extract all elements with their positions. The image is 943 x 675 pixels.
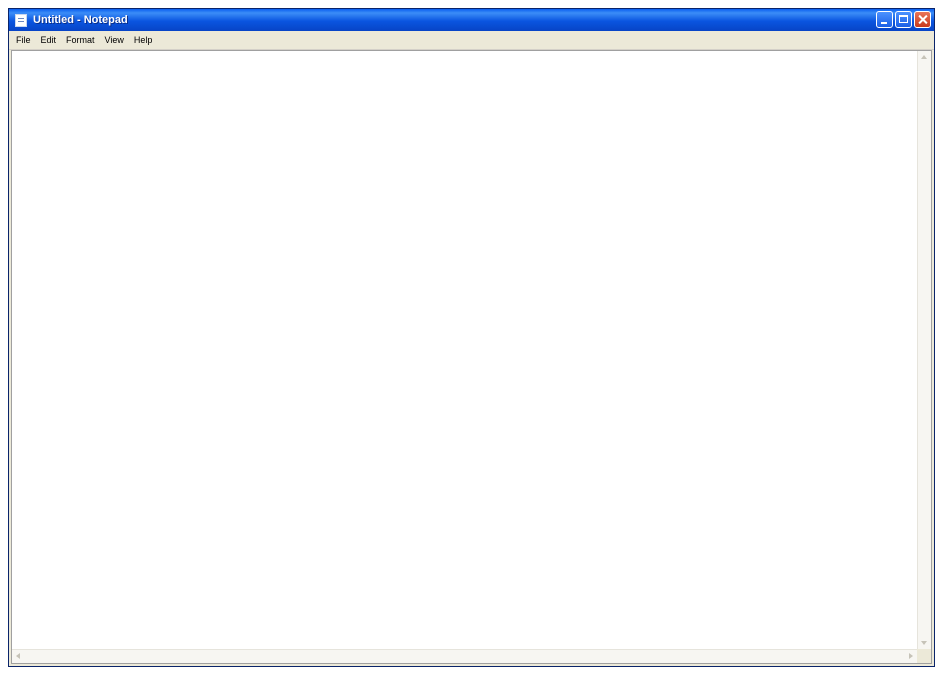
menu-edit[interactable]: Edit	[36, 31, 62, 49]
vertical-scrollbar[interactable]	[917, 51, 931, 649]
maximize-button[interactable]	[895, 11, 912, 28]
scroll-up-icon[interactable]	[921, 55, 927, 59]
menu-format[interactable]: Format	[61, 31, 100, 49]
close-button[interactable]	[914, 11, 931, 28]
menu-bar: File Edit Format View Help	[9, 31, 934, 50]
menu-file[interactable]: File	[11, 31, 36, 49]
minimize-button[interactable]	[876, 11, 893, 28]
notepad-window: Untitled - Notepad File Edit Format View…	[8, 8, 935, 667]
scroll-right-icon[interactable]	[909, 653, 913, 659]
title-bar[interactable]: Untitled - Notepad	[9, 9, 934, 31]
menu-help[interactable]: Help	[129, 31, 158, 49]
window-title: Untitled - Notepad	[33, 14, 128, 26]
scroll-down-icon[interactable]	[921, 641, 927, 645]
notepad-icon[interactable]	[15, 13, 27, 27]
scroll-left-icon[interactable]	[16, 653, 20, 659]
size-grip[interactable]	[917, 649, 931, 663]
menu-view[interactable]: View	[100, 31, 129, 49]
window-controls	[876, 11, 931, 28]
horizontal-scrollbar[interactable]	[12, 649, 917, 663]
editor-area	[11, 50, 932, 664]
text-editor[interactable]	[12, 51, 917, 649]
